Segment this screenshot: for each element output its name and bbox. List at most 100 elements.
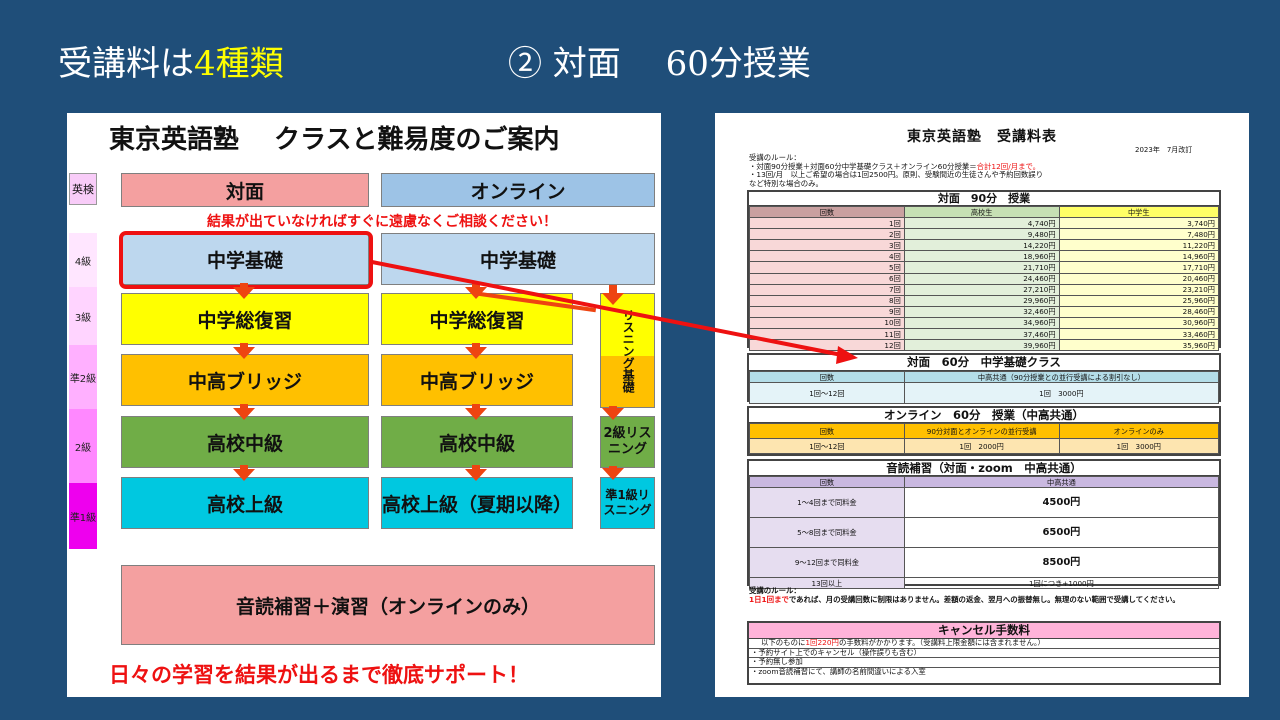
cell: 3,740円 bbox=[1058, 217, 1220, 230]
listening-2-box: 2級リスニング bbox=[600, 416, 655, 468]
table-row: 9〜12回まで同料金 8500円 bbox=[749, 547, 1220, 579]
slide-subtitle: ② 対面 60分授業 bbox=[508, 44, 811, 84]
cell: 6回 bbox=[749, 272, 905, 285]
cell: 4回 bbox=[749, 250, 905, 263]
section-cancel: キャンセル手数料 以下のものに1回220円の手数料がかかります。（受講料上限金額… bbox=[747, 621, 1221, 685]
col-header: 回数 bbox=[749, 370, 905, 384]
cell: 1回 3000円 bbox=[903, 382, 1220, 405]
cell: 1回 2000円 bbox=[903, 438, 1060, 454]
inperson-bridge: 中高ブリッジ bbox=[121, 354, 369, 406]
cancel-item: ・予約サイト上でのキャンセル（操作誤りも含む） bbox=[749, 648, 1219, 659]
table-row: 4回 18,960円 14,960円 bbox=[749, 250, 1220, 263]
table-header-row: 回数 90分対面とオンラインの並行受講 オンラインのみ bbox=[749, 423, 1220, 439]
cell: 17,710円 bbox=[1058, 261, 1220, 274]
cell: 34,960円 bbox=[903, 316, 1060, 330]
cell: 9〜12回まで同料金 bbox=[749, 547, 905, 579]
col-header: 高校生 bbox=[903, 205, 1060, 219]
online-junior-basic: 中学基礎 bbox=[381, 233, 655, 285]
consult-note: 結果が出ていなければすぐに遠慮なくご相談ください！ bbox=[207, 214, 557, 230]
title-highlight: 4種類 bbox=[194, 44, 284, 84]
down-arrow-icon bbox=[465, 465, 487, 481]
cell: 2回 bbox=[749, 228, 905, 241]
cell: 1回 3000円 bbox=[1058, 438, 1220, 454]
rules2-line: 1日1回までであれば、月の受講回数に制限はありません。差額の返金、翌月への振替無… bbox=[749, 594, 1221, 605]
cell: 32,460円 bbox=[903, 305, 1060, 318]
cancel-title: キャンセル手数料 bbox=[749, 623, 1219, 639]
down-arrow-icon bbox=[465, 343, 487, 359]
eiken-level-pre2: 準2級 bbox=[69, 345, 97, 409]
section-ondoku: 音読補習（対面・zoom 中高共通） 回数 中高共通 1〜4回まで同料金 4500円… bbox=[747, 459, 1221, 590]
table-row: 3回 14,220円 11,220円 bbox=[749, 239, 1220, 252]
cell: 7回 bbox=[749, 283, 905, 296]
eiken-level-pre1: 準1級 bbox=[69, 483, 97, 549]
table-row: 12回 39,960円 35,960円 bbox=[749, 339, 1220, 352]
cell: 30,960円 bbox=[1058, 316, 1220, 330]
rules2-red: 1日1回まで bbox=[749, 594, 789, 604]
col-header: 中高共通（90分授業との並行受講による割引なし） bbox=[903, 370, 1220, 384]
cell: 7,480円 bbox=[1058, 228, 1220, 241]
down-arrow-icon bbox=[602, 406, 624, 420]
listening-pre1-box: 準1級リスニング bbox=[600, 477, 655, 529]
cell: 8500円 bbox=[903, 547, 1220, 579]
class-guide-title: 東京英語塾 クラスと難易度のご案内 bbox=[109, 125, 560, 155]
cell: 11,220円 bbox=[1058, 239, 1220, 252]
down-arrow-icon bbox=[465, 283, 487, 299]
cell: 27,210円 bbox=[903, 283, 1060, 296]
table-row: 9回 32,460円 28,460円 bbox=[749, 305, 1220, 318]
cell: 12回 bbox=[749, 339, 905, 352]
rules-block: 受講のルール： ・対面90分授業＋対面60分中学基礎クラス＋オンライン60分授業… bbox=[749, 153, 1229, 188]
cancel-suffix: の手数料がかかります。（受講料上限金額には含まれません。） bbox=[838, 638, 1045, 647]
table-row: 1回 4,740円 3,740円 bbox=[749, 217, 1220, 230]
fee-sheet-title: 東京英語塾 受講料表 bbox=[907, 129, 1057, 145]
cell: 14,220円 bbox=[903, 239, 1060, 252]
col-header: 回数 bbox=[749, 423, 905, 439]
rules2-text: であれば、月の受講回数に制限はありません。差額の返金、翌月への振替無し。無理のな… bbox=[788, 594, 1180, 604]
cell: 11回 bbox=[749, 328, 905, 341]
fee-table-online: 回数 90分対面とオンラインの並行受講 オンラインのみ 1回〜12回 1回 2000円… bbox=[749, 423, 1220, 454]
cell: 28,460円 bbox=[1058, 305, 1220, 318]
table-header-row: 回数 高校生 中学生 bbox=[749, 205, 1220, 219]
listening-basic-box: リスニング基礎 bbox=[600, 293, 655, 408]
table-header-row: 回数 中高共通 bbox=[749, 475, 1220, 489]
listening-basic-label: リスニング基礎 bbox=[621, 308, 636, 393]
section-60min-title: 対面 60分 中学基礎クラス bbox=[749, 355, 1219, 371]
table-row: 2回 9,480円 7,480円 bbox=[749, 228, 1220, 241]
cell: 25,960円 bbox=[1058, 294, 1220, 307]
slide-title: 受講料は4種類 bbox=[58, 36, 284, 85]
rule-3: など特別な場合のみ。 bbox=[749, 178, 823, 188]
section-ondoku-title: 音読補習（対面・zoom 中高共通） bbox=[749, 461, 1219, 476]
cell: 5回 bbox=[749, 261, 905, 274]
table-row: 7回 27,210円 23,210円 bbox=[749, 283, 1220, 296]
cell: 33,460円 bbox=[1058, 328, 1220, 341]
table-row: 5回 21,710円 17,710円 bbox=[749, 261, 1220, 274]
cell: 8回 bbox=[749, 294, 905, 307]
cell: 9回 bbox=[749, 305, 905, 318]
fee-table-ondoku: 回数 中高共通 1〜4回まで同料金 4500円 5〜8回まで同料金 6500円 9〜1… bbox=[749, 475, 1220, 590]
cell: 24,460円 bbox=[903, 272, 1060, 285]
down-arrow-icon bbox=[233, 283, 255, 299]
cell: 10回 bbox=[749, 316, 905, 330]
col-header: 回数 bbox=[749, 205, 905, 219]
title-prefix: 受講料は bbox=[58, 44, 194, 84]
eiken-label: 英検 bbox=[69, 173, 97, 205]
inperson-high-upper: 高校上級 bbox=[121, 477, 369, 529]
table-row: 5〜8回まで同料金 6500円 bbox=[749, 517, 1220, 549]
ondoku-box: 音読補習＋演習（オンラインのみ） bbox=[121, 565, 655, 645]
rules2-block: 受講のルール： 1日1回までであれば、月の受講回数に制限はありません。差額の返金… bbox=[749, 586, 1221, 605]
table-row: 11回 37,460円 33,460円 bbox=[749, 328, 1220, 341]
cell: 3回 bbox=[749, 239, 905, 252]
table-row: 1回〜12回 1回 3000円 bbox=[749, 382, 1220, 405]
cell: 1回 bbox=[749, 217, 905, 230]
table-row: 1〜4回まで同料金 4500円 bbox=[749, 487, 1220, 519]
fee-table-90min: 回数 高校生 中学生 1回 4,740円 3,740円 2回 9,480円 7,480円… bbox=[749, 205, 1220, 352]
down-arrow-icon bbox=[233, 343, 255, 359]
cell: 9,480円 bbox=[903, 228, 1060, 241]
cell: 39,960円 bbox=[903, 339, 1060, 352]
class-guide-panel: 東京英語塾 クラスと難易度のご案内 英検 4級 3級 準2級 2級 準1級 対面… bbox=[67, 113, 661, 697]
cell: 1〜4回まで同料金 bbox=[749, 487, 905, 519]
col-header: 90分対面とオンラインの並行受講 bbox=[903, 423, 1060, 439]
fee-sheet: 東京英語塾 受講料表 2023年 7月改訂 受講のルール： ・対面90分授業＋対… bbox=[715, 113, 1249, 697]
down-arrow-icon bbox=[233, 404, 255, 420]
cell: 1回〜12回 bbox=[749, 438, 905, 454]
table-header-row: 回数 中高共通（90分授業との並行受講による割引なし） bbox=[749, 370, 1220, 384]
